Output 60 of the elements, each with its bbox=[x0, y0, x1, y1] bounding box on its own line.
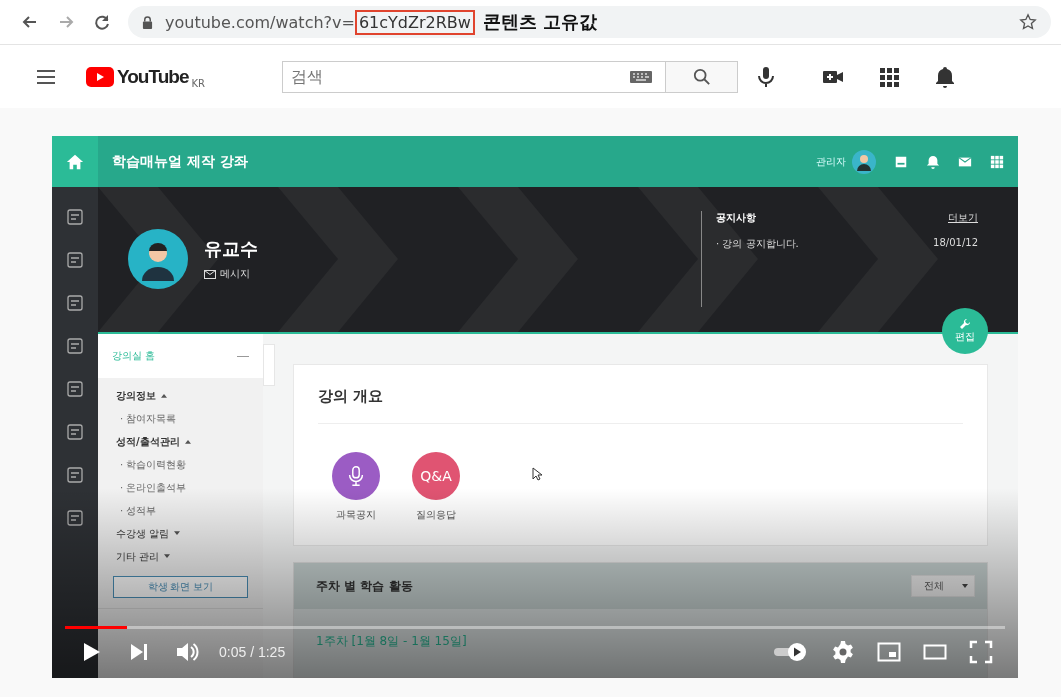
time-display: 0:05 / 1:25 bbox=[219, 644, 286, 660]
region-label: KR bbox=[191, 78, 205, 89]
star-icon[interactable] bbox=[1019, 13, 1037, 31]
sidebar-item[interactable]: · 참여자목록 bbox=[116, 407, 177, 430]
play-logo-icon bbox=[86, 66, 114, 87]
sidebar-section[interactable]: 수강생 알림 bbox=[116, 522, 181, 545]
sidebar-section[interactable]: 강의정보 bbox=[116, 384, 167, 407]
overview-title: 강의 개요 bbox=[318, 365, 963, 424]
fullscreen-icon[interactable] bbox=[969, 640, 993, 664]
nav-icon[interactable] bbox=[65, 293, 85, 313]
settings-icon[interactable] bbox=[831, 640, 855, 664]
mail-icon bbox=[204, 269, 216, 279]
nav-icon[interactable] bbox=[65, 250, 85, 270]
shortcut-button[interactable] bbox=[332, 452, 380, 500]
shortcut-button[interactable]: Q&A bbox=[412, 452, 460, 500]
sidebar-section[interactable]: 기타 관리 bbox=[116, 545, 171, 568]
address-bar[interactable]: youtube.com/watch?v= 61cYdZr2RBw 콘텐츠 고유값 bbox=[128, 6, 1051, 38]
mail-icon[interactable] bbox=[958, 154, 972, 169]
avatar-icon[interactable] bbox=[852, 149, 876, 174]
sidebar-item[interactable]: · 성적부 bbox=[116, 499, 157, 522]
notice-title: 공지사항 bbox=[716, 211, 756, 225]
nav-icon[interactable] bbox=[65, 508, 85, 528]
sidebar-item[interactable]: · 학습이력현황 bbox=[116, 453, 187, 476]
sidebar-item[interactable]: · 온라인출석부 bbox=[116, 476, 187, 499]
search-field[interactable]: 검색 bbox=[282, 60, 666, 93]
url-text: youtube.com/watch?v= bbox=[165, 12, 355, 32]
filter-dropdown[interactable]: 전체 bbox=[911, 575, 975, 597]
message-link[interactable]: 메시지 bbox=[220, 267, 250, 281]
bell-icon[interactable] bbox=[933, 64, 957, 89]
autoplay-toggle[interactable] bbox=[773, 642, 809, 662]
profile-name: 유교수 bbox=[204, 237, 258, 261]
more-link[interactable]: 더보기 bbox=[948, 211, 978, 225]
miniplayer-icon[interactable] bbox=[877, 640, 901, 664]
video-id: 61cYdZr2RBw bbox=[354, 9, 475, 35]
sidebar-section[interactable]: 성적/출석관리 bbox=[116, 430, 191, 453]
lock-icon bbox=[142, 15, 153, 29]
annotation-label: 콘텐츠 고유값 bbox=[482, 10, 598, 34]
search-icon bbox=[692, 67, 711, 86]
shortcut-label: 과목공지 bbox=[336, 508, 376, 522]
course-title: 학습매뉴얼 제작 강좌 bbox=[112, 152, 248, 171]
shortcut-label: 질의응답 bbox=[416, 508, 456, 522]
nav-icon[interactable] bbox=[65, 379, 85, 399]
video-player[interactable]: 학습매뉴얼 제작 강좌 관리자 유교수 메시지 공지사항 더보기 · 강의 공지합니다. 18/01/12 편집 강의실 홈 강의정보 · 참여자목록 성적/출석관리 · 학습이력현황 · 온라인출석부 · 성적부 수강생 알림 기타 관리 학생 화면 보기 강의 개요 과목공지 Q&A 질의응답 주차 별 학습 활동 전체 1주차 [1월 8일 - 1월 15일] 0:05 / 1:25 bbox=[52, 136, 1018, 678]
caret-icon bbox=[962, 584, 968, 588]
user-role: 관리자 bbox=[816, 154, 846, 169]
nav-icon[interactable] bbox=[65, 422, 85, 442]
nav-icon[interactable] bbox=[65, 336, 85, 356]
notice-item[interactable]: · 강의 공지합니다. bbox=[716, 237, 799, 251]
wrench-icon bbox=[959, 318, 971, 330]
nav-icon[interactable] bbox=[65, 207, 85, 227]
volume-icon[interactable] bbox=[175, 640, 199, 664]
notice-date: 18/01/12 bbox=[933, 237, 978, 250]
logo-text[interactable]: YouTube bbox=[117, 65, 189, 88]
avatar-icon bbox=[128, 229, 188, 289]
nav-icon[interactable] bbox=[65, 465, 85, 485]
cursor-icon bbox=[532, 467, 542, 481]
home-icon[interactable] bbox=[66, 152, 84, 171]
panel-icon[interactable] bbox=[894, 154, 908, 169]
search-button[interactable] bbox=[666, 60, 738, 93]
weekly-title: 주차 별 학습 활동 bbox=[316, 577, 413, 595]
